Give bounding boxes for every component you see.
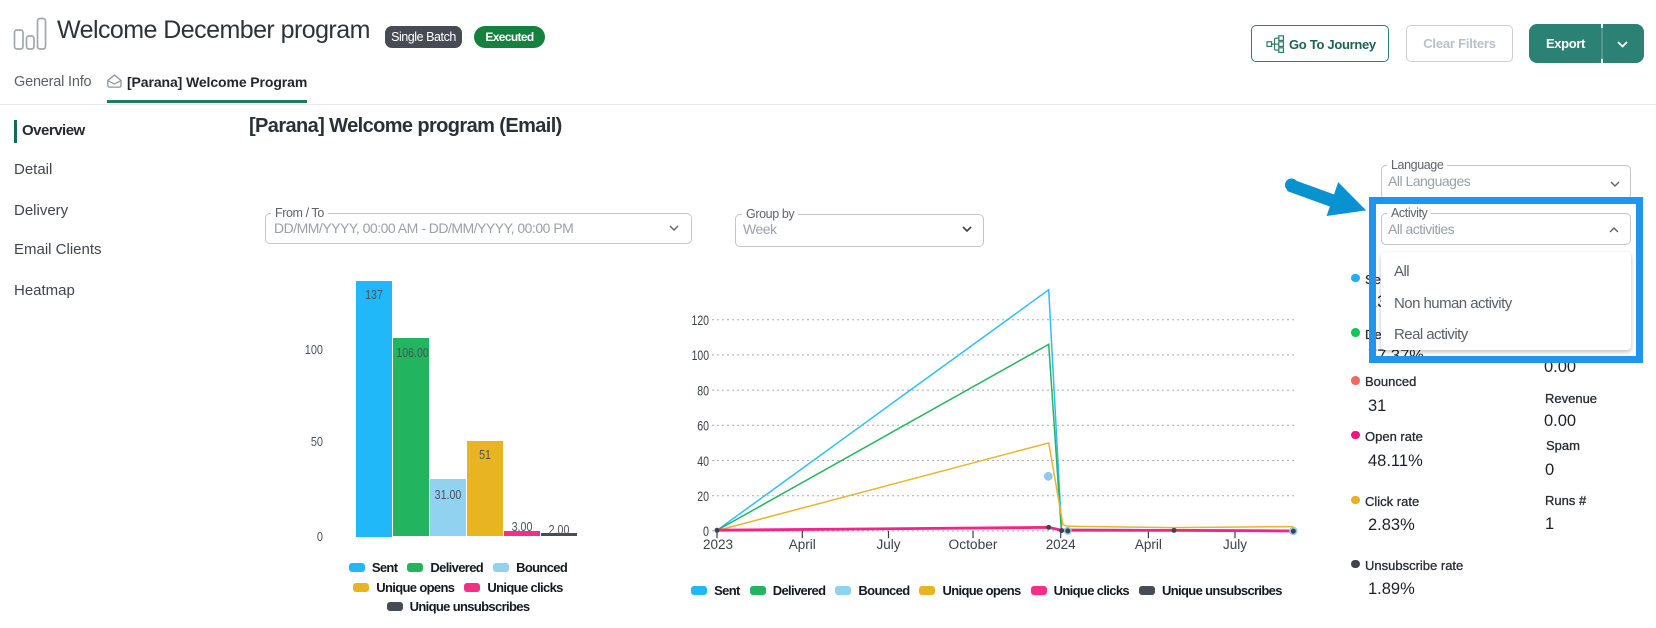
svg-text:20: 20 [697, 489, 709, 504]
svg-text:120: 120 [692, 313, 710, 328]
svg-text:July: July [877, 537, 901, 552]
svg-text:100: 100 [692, 348, 709, 363]
svg-text:April: April [789, 537, 816, 552]
svg-text:July: July [1223, 537, 1247, 552]
svg-text:2023: 2023 [703, 537, 733, 552]
svg-text:2024: 2024 [1046, 537, 1076, 552]
svg-text:60: 60 [697, 419, 709, 434]
svg-text:April: April [1135, 537, 1162, 552]
svg-text:40: 40 [697, 454, 709, 469]
svg-text:October: October [949, 537, 999, 552]
svg-text:80: 80 [697, 383, 709, 398]
